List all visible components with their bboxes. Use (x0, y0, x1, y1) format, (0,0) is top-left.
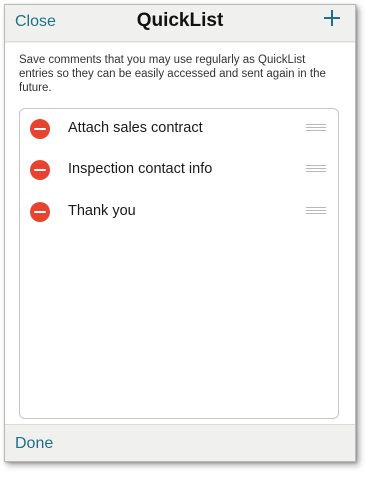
list-item-label: Attach sales contract (68, 120, 203, 136)
navigation-bar: Close QuickList (5, 5, 355, 42)
done-button[interactable]: Done (15, 435, 53, 453)
add-button[interactable] (323, 9, 341, 27)
description-text: Save comments that you may use regularly… (19, 54, 326, 94)
content-area: Save comments that you may use regularly… (5, 43, 355, 426)
bottom-toolbar: Done (5, 424, 355, 461)
quicklist-window: Close QuickList Save comments that you m… (4, 4, 356, 462)
list-item[interactable]: Attach sales contract (20, 109, 338, 149)
quicklist-list: Attach sales contract Inspection contact… (19, 108, 339, 419)
drag-handle-icon[interactable] (306, 124, 326, 134)
list-item-label: Inspection contact info (68, 161, 213, 177)
page-title: QuickList (136, 10, 224, 31)
drag-handle-icon[interactable] (306, 207, 326, 217)
plus-icon (324, 10, 340, 26)
delete-button[interactable] (30, 202, 50, 222)
list-item[interactable]: Thank you (20, 192, 338, 232)
list-item-label: Thank you (68, 203, 136, 219)
list-item[interactable]: Inspection contact info (20, 150, 338, 190)
delete-button[interactable] (30, 160, 50, 180)
drag-handle-icon[interactable] (306, 165, 326, 175)
delete-button[interactable] (30, 119, 50, 139)
